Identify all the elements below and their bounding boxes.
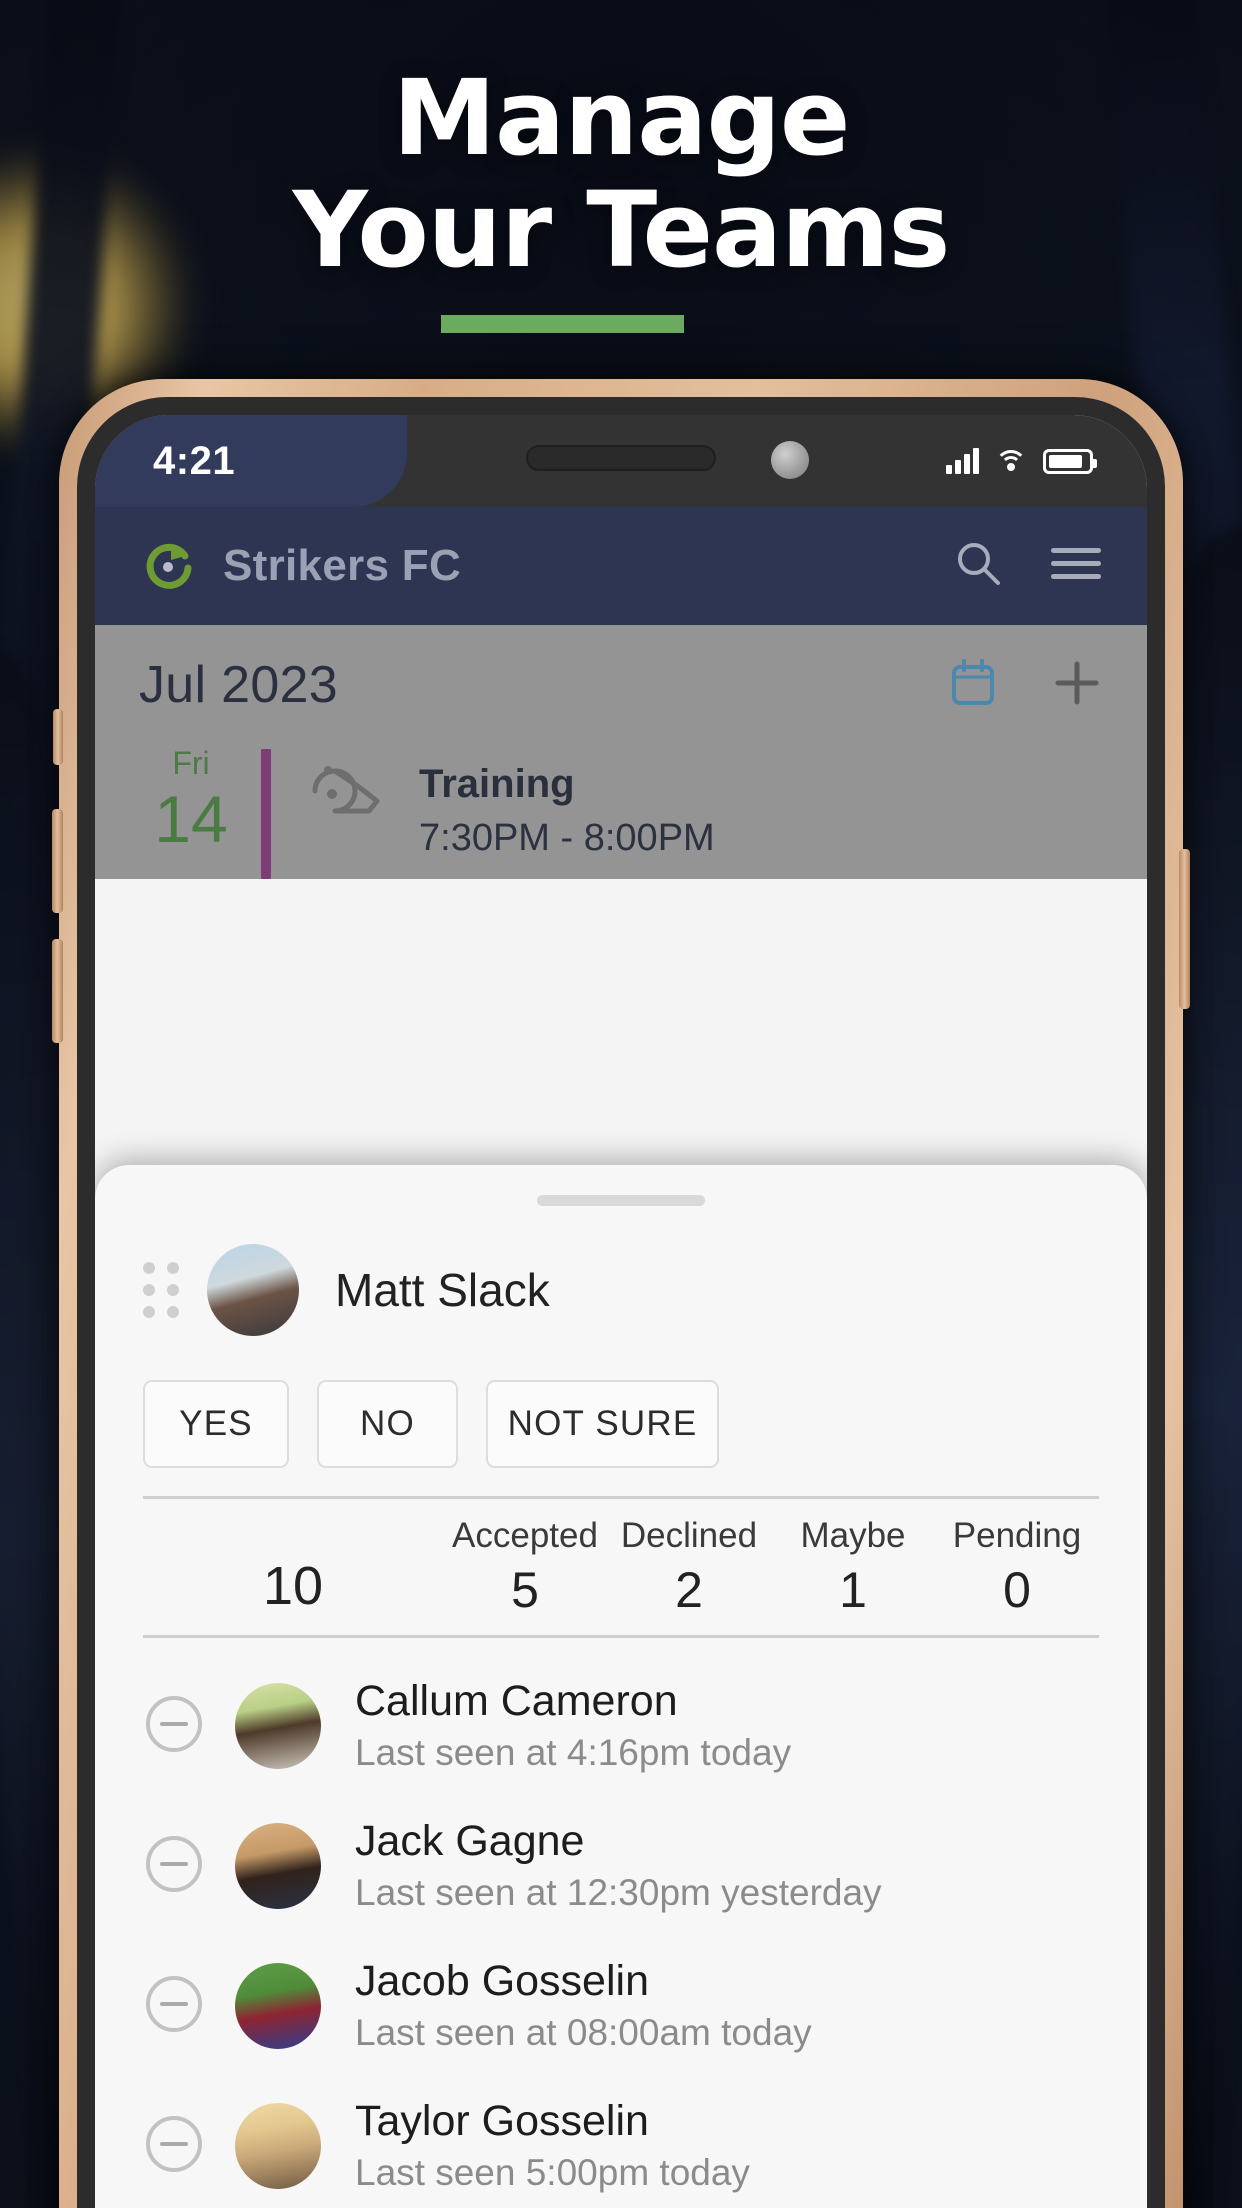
stat-pending-label: Pending (952, 1516, 1082, 1555)
list-item[interactable]: Jack Gagne Last seen at 12:30pm yesterda… (95, 1778, 1147, 1918)
status-bar-left-fill (95, 415, 407, 507)
hamburger-menu-icon[interactable] (1051, 544, 1101, 589)
minus-circle-icon[interactable] (143, 1973, 205, 2040)
stat-columns: Accepted 5 Declined 2 Maybe 1 Pending 0 (443, 1513, 1099, 1621)
stat-declined: Declined 2 (607, 1513, 771, 1621)
sheet-drag-handle[interactable] (537, 1195, 705, 1206)
event-date: Fri 14 (139, 743, 243, 855)
event-accent-bar (261, 749, 271, 879)
list-item-text: Jack Gagne Last seen at 12:30pm yesterda… (355, 1814, 882, 1918)
phone-screen: 4:21 Strikers FC Jul 2023 Fri 14 Trainin… (95, 415, 1147, 2208)
list-item[interactable]: Taylor Gosselin Last seen 5:00pm today (95, 2058, 1147, 2198)
avatar (235, 2103, 321, 2189)
player-name: Jacob Gosselin (355, 1957, 649, 2005)
calendar-region: Jul 2023 Fri 14 Training 7:30PM - 8:00PM (95, 625, 1147, 879)
player-name: Jack Gagne (355, 1817, 585, 1865)
event-day-number: 14 (154, 782, 228, 856)
minus-circle-icon[interactable] (143, 1693, 205, 1760)
player-last-seen: Last seen at 12:30pm yesterday (355, 1872, 882, 1913)
app-logo-icon (141, 538, 197, 594)
signal-bars-icon (946, 448, 979, 474)
current-user-name: Matt Slack (335, 1264, 550, 1316)
status-bar-icons (946, 415, 1097, 507)
headline-line-1: Manage (392, 57, 851, 179)
phone-volume-up-button[interactable] (52, 809, 63, 913)
minus-circle-icon[interactable] (143, 2113, 205, 2180)
calendar-toolbar: Jul 2023 (95, 625, 1147, 731)
phone-mockup: 4:21 Strikers FC Jul 2023 Fri 14 Trainin… (52, 379, 1190, 2208)
marketing-headline: Manage Your Teams (0, 62, 1242, 286)
stat-accepted-label: Accepted (452, 1516, 598, 1555)
event-details: Training 7:30PM - 8:00PM (419, 743, 715, 865)
attendance-bottom-sheet: Matt Slack YES NO NOT SURE 10 Accepted 5… (95, 1165, 1147, 2208)
stat-maybe-value: 1 (839, 1562, 867, 1618)
player-name: Taylor Gosselin (355, 2097, 649, 2145)
stat-total-value: 10 (262, 1556, 324, 1616)
stat-pending: Pending 0 (935, 1513, 1099, 1621)
event-day-of-week: Fri (172, 745, 210, 781)
player-name: Callum Cameron (355, 1677, 678, 1725)
app-header: Strikers FC (95, 507, 1147, 625)
calendar-event-row[interactable]: Fri 14 Training 7:30PM - 8:00PM (95, 731, 1147, 879)
avatar (207, 1244, 299, 1336)
attendance-stats: 10 Accepted 5 Declined 2 Maybe 1 Pending… (95, 1499, 1147, 1621)
player-last-seen: Last seen 5:00pm today (355, 2152, 750, 2193)
status-bar: 4:21 (95, 415, 1147, 507)
avatar (235, 1683, 321, 1769)
list-item-text: Taylor Gosselin Last seen 5:00pm today (355, 2094, 750, 2198)
whistle-icon (307, 761, 385, 828)
rsvp-buttons: YES NO NOT SURE (95, 1336, 1147, 1468)
phone-volume-down-button[interactable] (52, 939, 63, 1043)
phone-power-button[interactable] (1179, 849, 1190, 1009)
rsvp-no-button[interactable]: NO (317, 1380, 458, 1468)
stat-declined-value: 2 (675, 1562, 703, 1618)
player-last-seen: Last seen at 4:16pm today (355, 1732, 792, 1773)
player-last-seen: Last seen at 08:00am today (355, 2012, 812, 2053)
headline-line-2: Your Teams (292, 169, 951, 291)
event-title: Training (419, 762, 575, 806)
stat-declined-label: Declined (620, 1516, 758, 1555)
earpiece-speaker (526, 445, 716, 471)
minus-circle-icon[interactable] (143, 1833, 205, 1900)
battery-icon (1043, 448, 1097, 474)
front-camera (771, 441, 809, 479)
stat-maybe-label: Maybe (800, 1516, 906, 1555)
current-user-row[interactable]: Matt Slack (95, 1206, 1147, 1336)
event-time: 7:30PM - 8:00PM (419, 817, 715, 859)
list-item-text: Callum Cameron Last seen at 4:16pm today (355, 1674, 791, 1778)
app-title: Strikers FC (223, 541, 462, 590)
rsvp-yes-button[interactable]: YES (143, 1380, 289, 1468)
stat-pending-value: 0 (1003, 1562, 1031, 1618)
search-icon[interactable] (953, 538, 1005, 595)
avatar (235, 1823, 321, 1909)
calendar-month-label: Jul 2023 (139, 656, 338, 714)
avatar (235, 1963, 321, 2049)
phone-mute-switch[interactable] (53, 709, 63, 765)
wifi-icon (995, 448, 1027, 474)
plus-icon[interactable] (1051, 657, 1103, 714)
calendar-icon[interactable] (947, 657, 999, 714)
list-item[interactable]: Jacob Gosselin Last seen at 08:00am toda… (95, 1918, 1147, 2058)
stat-maybe: Maybe 1 (771, 1513, 935, 1621)
rsvp-not-sure-button[interactable]: NOT SURE (486, 1380, 719, 1468)
drag-dots-icon[interactable] (143, 1262, 179, 1318)
stat-accepted-value: 5 (511, 1562, 539, 1618)
headline-accent-bar (441, 315, 684, 333)
list-item[interactable]: Callum Cameron Last seen at 4:16pm today (95, 1638, 1147, 1778)
list-item-text: Jacob Gosselin Last seen at 08:00am toda… (355, 1954, 812, 2058)
status-bar-time: 4:21 (153, 438, 236, 483)
stat-accepted: Accepted 5 (443, 1513, 607, 1621)
